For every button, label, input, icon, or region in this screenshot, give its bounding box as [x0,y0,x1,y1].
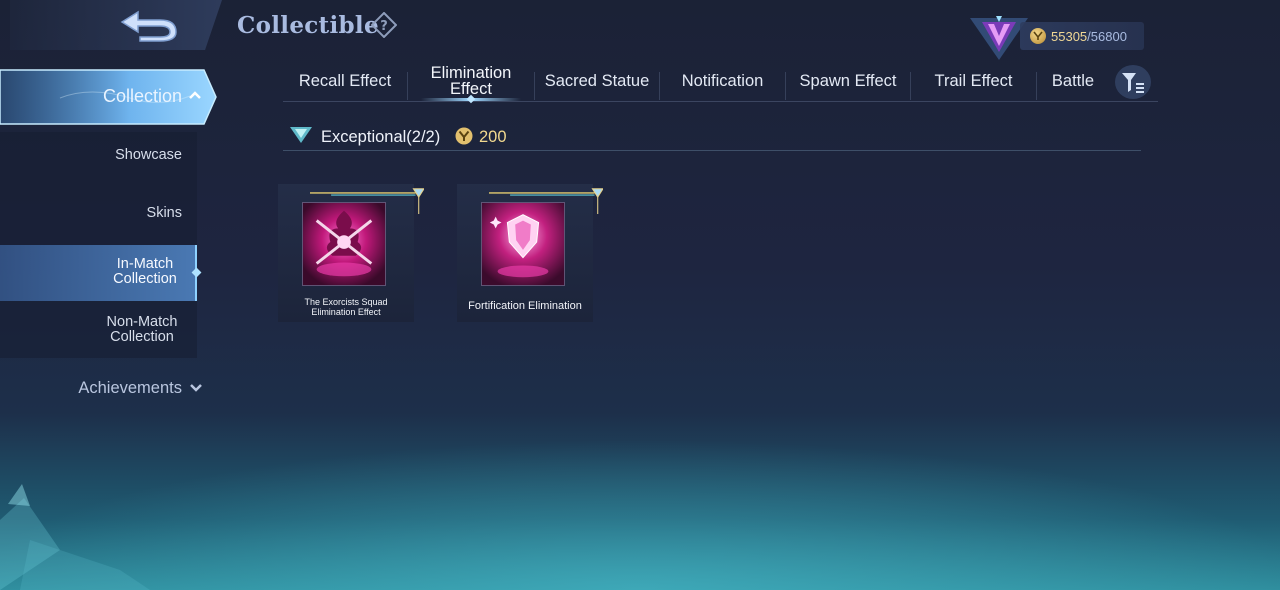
tab-sacred-statue[interactable]: Sacred Statue [535,60,659,101]
collection-point-coin-icon [1030,28,1046,44]
sidebar-item-non-match-collection[interactable]: Non-Match Collection [0,304,197,358]
sidebar-collection-label: Collection [102,86,182,106]
points-current: 55305 [1051,28,1088,44]
crossed-blades-elimination-icon [302,202,386,286]
filter-funnel-icon [1122,73,1144,93]
card-name: The Exorcists Squad Elimination Effect [304,297,388,317]
section-title: Exceptional(2/2) [321,128,441,146]
collectible-card[interactable]: The Exorcists Squad Elimination Effect [278,184,424,322]
sidebar-achievements-label: Achievements [78,379,182,397]
back-button[interactable] [110,5,186,45]
collectible-card[interactable]: Fortification Elimination [457,184,603,322]
sidebar-item-in-match-collection[interactable]: In-Match Collection [0,245,197,301]
sidebar-item-skins[interactable]: Skins [0,188,197,238]
tab-spawn-effect[interactable]: Spawn Effect [786,60,910,101]
filter-button[interactable] [1115,65,1151,99]
collection-points-display: 55305/56800 [1020,22,1144,50]
section-header-exceptional: Exceptional(2/2) 200 [283,123,1141,151]
sidebar-achievements[interactable]: Achievements [0,377,205,399]
sidebar-item-showcase[interactable]: Showcase [0,132,197,178]
background-crystal-shard [0,484,150,590]
card-name: Fortification Elimination [468,300,582,312]
chevron-down-icon [190,384,202,392]
tab-battle[interactable]: Battle [1037,60,1109,101]
category-tabs: Recall Effect Elimination Effect Sacred … [283,60,1158,104]
chevron-up-icon [189,91,201,99]
help-button[interactable]: ? [370,11,398,39]
tab-recall-effect[interactable]: Recall Effect [283,60,407,101]
pink-crest-elimination-icon [481,202,565,286]
sidebar-collection[interactable]: Collection [0,68,218,126]
question-mark-icon: ? [370,11,398,39]
svg-text:?: ? [380,19,388,34]
page-title: Collectible [237,12,379,39]
background-glow [0,390,1280,590]
section-cost: 200 [479,128,507,146]
points-max: /56800 [1087,28,1127,44]
tab-trail-effect[interactable]: Trail Effect [911,60,1036,101]
collection-point-coin-icon [455,127,473,145]
tab-notification[interactable]: Notification [660,60,785,101]
back-arrow-icon [120,10,177,42]
exceptional-gem-icon [290,127,312,143]
